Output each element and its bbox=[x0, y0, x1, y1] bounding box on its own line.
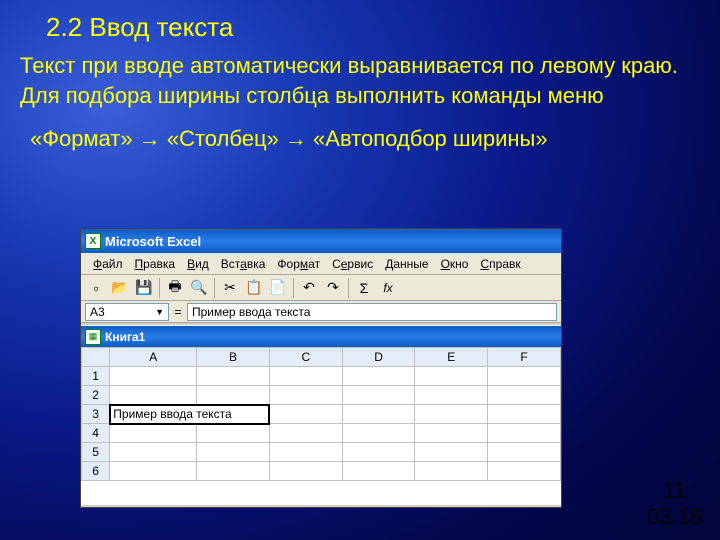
cell[interactable] bbox=[269, 367, 342, 386]
toolbar: ▫ 📂 💾 🖶 🔍 ✂ 📋 📄 ↶ ↷ Σ fx bbox=[81, 275, 561, 301]
app-title-bar: X Microsoft Excel bbox=[81, 229, 561, 253]
row-header[interactable]: 5 bbox=[82, 443, 110, 462]
excel-icon: X bbox=[85, 233, 101, 249]
cell-a3-selected[interactable]: Пример ввода текста bbox=[110, 405, 270, 424]
equals-label: = bbox=[169, 305, 187, 319]
row-header[interactable]: 2 bbox=[82, 386, 110, 405]
separator-icon bbox=[293, 278, 294, 298]
open-icon[interactable]: 📂 bbox=[109, 277, 131, 299]
cell[interactable] bbox=[110, 424, 197, 443]
formula-input[interactable]: Пример ввода текста bbox=[187, 303, 557, 321]
preview-icon[interactable]: 🔍 bbox=[188, 277, 210, 299]
menu-data[interactable]: Данные bbox=[379, 255, 434, 273]
col-header-a[interactable]: A bbox=[110, 348, 197, 367]
menu-edit[interactable]: Правка bbox=[129, 255, 182, 273]
dropdown-icon[interactable]: ▼ bbox=[155, 307, 164, 317]
cell[interactable] bbox=[415, 424, 488, 443]
cell[interactable] bbox=[197, 424, 270, 443]
cell[interactable] bbox=[415, 462, 488, 481]
print-icon[interactable]: 🖶 bbox=[164, 277, 186, 299]
cell[interactable] bbox=[342, 367, 415, 386]
menu-insert[interactable]: Вставка bbox=[215, 255, 272, 273]
cell[interactable] bbox=[269, 443, 342, 462]
workbook-title-bar: ▦ Книга1 bbox=[81, 325, 561, 347]
cell[interactable] bbox=[269, 424, 342, 443]
name-box[interactable]: A3 ▼ bbox=[85, 303, 169, 321]
menu-window[interactable]: Окно bbox=[435, 255, 475, 273]
fx-icon[interactable]: fx bbox=[377, 277, 399, 299]
cell[interactable] bbox=[488, 443, 561, 462]
grid: A B C D E F 1 2 3Пример ввода текста 4 5… bbox=[81, 347, 561, 505]
cell[interactable] bbox=[197, 386, 270, 405]
row-header[interactable]: 3 bbox=[82, 405, 110, 424]
menu-tools[interactable]: Сервис bbox=[326, 255, 379, 273]
excel-screenshot: X Microsoft Excel Файл Правка Вид Вставк… bbox=[80, 228, 562, 508]
cell[interactable] bbox=[342, 424, 415, 443]
cell[interactable] bbox=[342, 386, 415, 405]
separator-icon bbox=[214, 278, 215, 298]
menu-help[interactable]: Справк bbox=[474, 255, 526, 273]
footer-date: 03.16 bbox=[647, 504, 702, 530]
cell[interactable] bbox=[197, 367, 270, 386]
row-header[interactable]: 6 bbox=[82, 462, 110, 481]
menu-bar: Файл Правка Вид Вставка Формат Сервис Да… bbox=[81, 253, 561, 275]
copy-icon[interactable]: 📋 bbox=[243, 277, 265, 299]
menu-file[interactable]: Файл bbox=[87, 255, 129, 273]
cell[interactable] bbox=[415, 367, 488, 386]
cut-icon[interactable]: ✂ bbox=[219, 277, 241, 299]
cell[interactable] bbox=[415, 405, 488, 424]
cell[interactable] bbox=[269, 386, 342, 405]
menu-view[interactable]: Вид bbox=[181, 255, 215, 273]
cell[interactable] bbox=[110, 462, 197, 481]
row-header[interactable]: 4 bbox=[82, 424, 110, 443]
cell[interactable] bbox=[342, 405, 415, 424]
sum-icon[interactable]: Σ bbox=[353, 277, 375, 299]
separator-icon bbox=[348, 278, 349, 298]
name-box-value: A3 bbox=[90, 305, 105, 319]
cell[interactable] bbox=[110, 367, 197, 386]
cell[interactable] bbox=[197, 462, 270, 481]
paste-icon[interactable]: 📄 bbox=[267, 277, 289, 299]
cell[interactable] bbox=[197, 443, 270, 462]
formula-bar: A3 ▼ = Пример ввода текста bbox=[81, 301, 561, 323]
cell[interactable] bbox=[415, 386, 488, 405]
separator-icon bbox=[159, 278, 160, 298]
cell[interactable] bbox=[488, 367, 561, 386]
cell[interactable] bbox=[342, 462, 415, 481]
cell[interactable] bbox=[110, 386, 197, 405]
col-header-b[interactable]: B bbox=[197, 348, 270, 367]
cell[interactable] bbox=[269, 462, 342, 481]
menu-format[interactable]: Формат bbox=[271, 255, 326, 273]
cell[interactable] bbox=[342, 443, 415, 462]
col-header-c[interactable]: C bbox=[269, 348, 342, 367]
cell[interactable] bbox=[269, 405, 342, 424]
undo-icon[interactable]: ↶ bbox=[298, 277, 320, 299]
cell[interactable] bbox=[415, 443, 488, 462]
slide-body: Текст при вводе автоматически выравнивае… bbox=[0, 43, 720, 110]
new-icon[interactable]: ▫ bbox=[85, 277, 107, 299]
page-number: 11 bbox=[663, 478, 686, 504]
cell[interactable] bbox=[488, 405, 561, 424]
col-header-f[interactable]: F bbox=[488, 348, 561, 367]
col-header-e[interactable]: E bbox=[415, 348, 488, 367]
app-title: Microsoft Excel bbox=[105, 234, 201, 249]
cell[interactable] bbox=[110, 443, 197, 462]
menu-path: «Формат» → «Столбец» → «Автоподбор ширин… bbox=[0, 110, 720, 152]
save-icon[interactable]: 💾 bbox=[133, 277, 155, 299]
slide-title: 2.2 Ввод текста bbox=[0, 0, 720, 43]
select-all-corner[interactable] bbox=[82, 348, 110, 367]
cell[interactable] bbox=[488, 386, 561, 405]
redo-icon[interactable]: ↷ bbox=[322, 277, 344, 299]
workbook-title: Книга1 bbox=[105, 330, 145, 344]
cell[interactable] bbox=[488, 424, 561, 443]
workbook-icon: ▦ bbox=[85, 329, 101, 345]
col-header-d[interactable]: D bbox=[342, 348, 415, 367]
row-header[interactable]: 1 bbox=[82, 367, 110, 386]
cell[interactable] bbox=[488, 462, 561, 481]
